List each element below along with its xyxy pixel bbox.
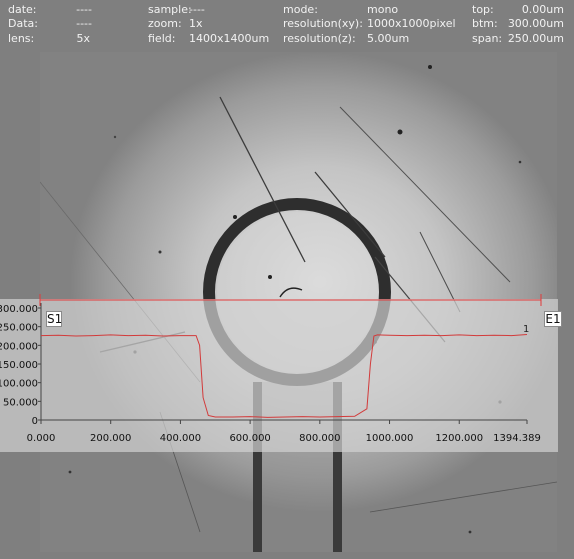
x-tick-label: 1000.000: [366, 433, 414, 444]
x-tick-label: 800.000: [299, 433, 340, 444]
y-tick-label: 300.000: [0, 304, 38, 315]
x-tick-group: 0.000 200.000 400.000 600.000 800.000 1000.00…: [27, 420, 541, 444]
end-marker[interactable]: E1: [544, 311, 562, 327]
y-tick-label: 150.000: [0, 360, 38, 371]
y-tick-label: 100.000: [0, 379, 38, 390]
x-tick-label: 1394.389: [493, 433, 541, 444]
y-tick-label: 50.000: [3, 397, 38, 408]
series-label: 1: [523, 324, 529, 335]
x-tick-label: 200.000: [90, 433, 131, 444]
x-tick-label: 400.000: [160, 433, 201, 444]
start-marker[interactable]: S1: [46, 311, 62, 327]
profile-line: [40, 334, 528, 418]
y-tick-group: 300.000 250.000 200.000 150.000 100.000 50.00…: [0, 304, 41, 427]
x-tick-label: 600.000: [229, 433, 270, 444]
y-tick-label: 250.000: [0, 323, 38, 334]
y-tick-label: 200.000: [0, 341, 38, 352]
x-tick-label: 1200.000: [435, 433, 483, 444]
y-tick-label: 0: [32, 416, 38, 427]
profile-chart: 300.000250.000200.000150.000100.00050.00…: [0, 294, 542, 444]
x-tick-label: 0.000: [27, 433, 56, 444]
